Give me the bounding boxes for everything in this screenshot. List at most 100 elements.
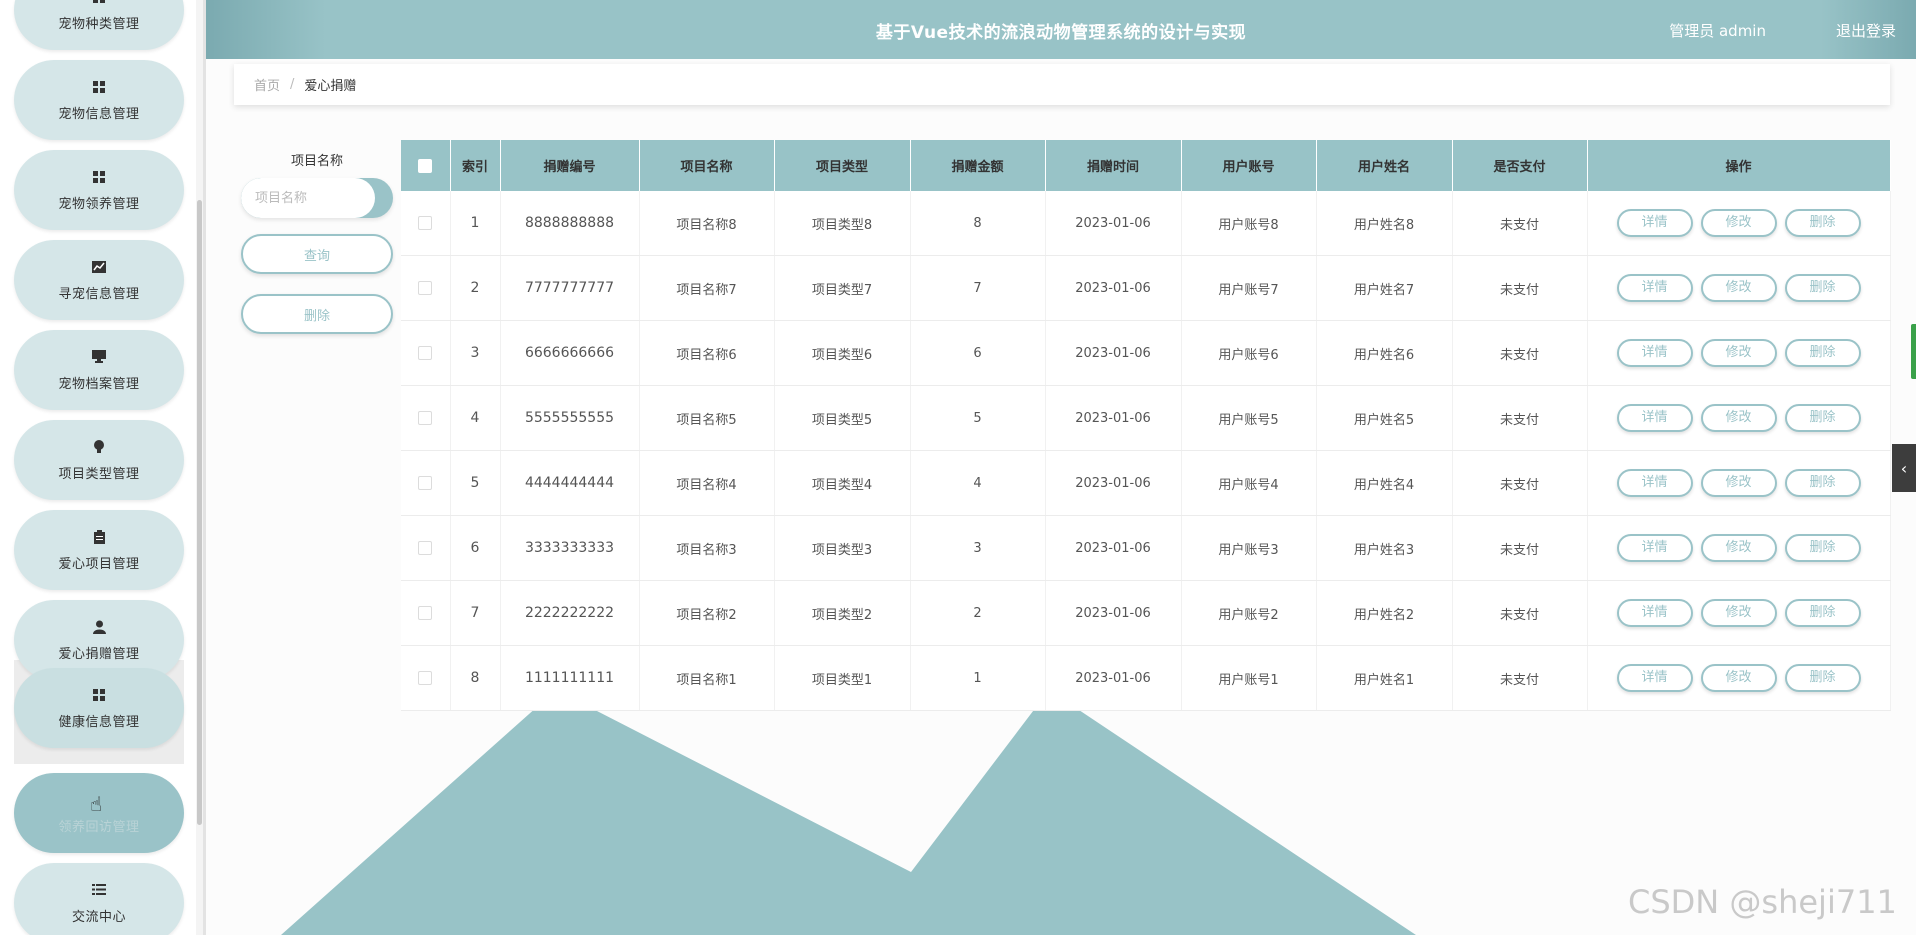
- delete-button[interactable]: 删除: [1784, 274, 1861, 302]
- project-name-cell: 项目名称4: [639, 450, 775, 516]
- detail-button[interactable]: 详情: [1616, 599, 1693, 627]
- row-checkbox[interactable]: [418, 606, 433, 620]
- actions-cell: 详情 修改 删除: [1587, 320, 1891, 386]
- column-header: 用户账号: [1181, 140, 1317, 191]
- search-input[interactable]: [241, 178, 375, 218]
- row-select-cell: [401, 320, 451, 386]
- actions-cell: 详情 修改 删除: [1587, 191, 1891, 256]
- sidebar-item-project-type[interactable]: 项目类型管理: [14, 420, 184, 500]
- delete-button[interactable]: 删除: [1784, 469, 1861, 497]
- delete-button[interactable]: 删除: [1784, 404, 1861, 432]
- actions-cell: 详情 修改 删除: [1587, 450, 1891, 516]
- payment-status-cell: 未支付: [1452, 645, 1588, 711]
- donation-time-cell: 2023-01-06: [1045, 385, 1182, 451]
- row-checkbox[interactable]: [418, 411, 433, 425]
- delete-button[interactable]: 删除: [1784, 209, 1861, 237]
- detail-button[interactable]: 详情: [1616, 404, 1693, 432]
- table-row: 1 8888888888 项目名称8 项目类型8 8 2023-01-06 用户账号8 用户姓…: [401, 191, 1891, 256]
- collapse-panel-button[interactable]: ‹: [1892, 444, 1916, 492]
- actions-cell: 详情 修改 删除: [1587, 645, 1891, 711]
- user-icon: [91, 619, 107, 635]
- edit-button[interactable]: 修改: [1700, 469, 1777, 497]
- edit-button[interactable]: 修改: [1700, 339, 1777, 367]
- batch-delete-button[interactable]: 删除: [241, 294, 393, 334]
- sidebar-item-health-info[interactable]: 健康信息管理: [14, 668, 184, 748]
- table-row: 2 7777777777 项目名称7 项目类型7 7 2023-01-06 用户账号7 用户姓…: [401, 255, 1891, 321]
- logout-link[interactable]: 退出登录: [1836, 20, 1896, 41]
- detail-button[interactable]: 详情: [1616, 274, 1693, 302]
- breadcrumb-current: 爱心捐赠: [304, 79, 357, 94]
- edit-button[interactable]: 修改: [1700, 404, 1777, 432]
- edit-button[interactable]: 修改: [1700, 534, 1777, 562]
- row-select-cell: [401, 580, 451, 646]
- chevron-left-icon: ‹: [1900, 458, 1908, 478]
- detail-button[interactable]: 详情: [1616, 339, 1693, 367]
- sidebar-item-pet-type[interactable]: 宠物种类管理: [14, 0, 184, 50]
- donation-time-cell: 2023-01-06: [1045, 191, 1182, 256]
- chart-icon: [91, 259, 107, 275]
- sidebar-item-pet-info[interactable]: 宠物信息管理: [14, 60, 184, 140]
- delete-button[interactable]: 删除: [1784, 339, 1861, 367]
- sidebar-item-label: 爱心项目管理: [58, 556, 140, 572]
- row-checkbox[interactable]: [418, 281, 433, 295]
- row-checkbox[interactable]: [418, 476, 433, 490]
- donation-table: 索引 捐赠编号 项目名称 项目类型 捐赠金额 捐赠时间 用户账号 用户姓名 是否…: [401, 140, 1891, 711]
- user-account-cell: 用户账号8: [1181, 191, 1317, 256]
- project-name-cell: 项目名称2: [639, 580, 775, 646]
- delete-button[interactable]: 删除: [1784, 664, 1861, 692]
- index-cell: 7: [450, 580, 501, 646]
- user-name-cell: 用户姓名5: [1316, 385, 1453, 451]
- project-type-cell: 项目类型1: [774, 645, 911, 711]
- row-checkbox[interactable]: [418, 346, 433, 360]
- sidebar-scrollbar-thumb[interactable]: [197, 200, 202, 825]
- edit-button[interactable]: 修改: [1700, 599, 1777, 627]
- detail-button[interactable]: 详情: [1616, 534, 1693, 562]
- project-name-cell: 项目名称6: [639, 320, 775, 386]
- row-checkbox[interactable]: [418, 671, 433, 685]
- column-header: 用户姓名: [1316, 140, 1453, 191]
- sidebar: 宠物种类管理宠物信息管理宠物领养管理 寻宠信息管理宠物档案管理 项目类型管理爱心项目…: [0, 0, 203, 935]
- sidebar-item-pet-adoption[interactable]: 宠物领养管理: [14, 150, 184, 230]
- donation-time-cell: 2023-01-06: [1045, 450, 1182, 516]
- grid-icon: [91, 79, 107, 95]
- actions-cell: 详情 修改 删除: [1587, 255, 1891, 321]
- table-body: 1 8888888888 项目名称8 项目类型8 8 2023-01-06 用户账号8 用户姓…: [401, 191, 1891, 711]
- clipboard-icon: [91, 529, 107, 545]
- edit-button[interactable]: 修改: [1700, 664, 1777, 692]
- sidebar-item-charity-project[interactable]: 爱心项目管理: [14, 510, 184, 590]
- table-row: 6 3333333333 项目名称3 项目类型3 3 2023-01-06 用户账号3 用户姓…: [401, 515, 1891, 581]
- detail-button[interactable]: 详情: [1616, 209, 1693, 237]
- project-type-cell: 项目类型5: [774, 385, 911, 451]
- sidebar-item-lost-pet[interactable]: 寻宠信息管理: [14, 240, 184, 320]
- row-checkbox[interactable]: [418, 216, 433, 230]
- actions-cell: 详情 修改 删除: [1587, 385, 1891, 451]
- index-cell: 6: [450, 515, 501, 581]
- sidebar-item-label: 宠物领养管理: [58, 196, 140, 212]
- delete-button[interactable]: 删除: [1784, 599, 1861, 627]
- payment-status-cell: 未支付: [1452, 515, 1588, 581]
- monitor-icon: [91, 349, 107, 365]
- user-account-cell: 用户账号2: [1181, 580, 1317, 646]
- index-cell: 8: [450, 645, 501, 711]
- sidebar-item-community[interactable]: 交流中心: [14, 863, 184, 935]
- amount-cell: 2: [910, 580, 1046, 646]
- search-box: [241, 178, 393, 218]
- edit-button[interactable]: 修改: [1700, 209, 1777, 237]
- select-all-checkbox[interactable]: [418, 158, 433, 173]
- row-checkbox[interactable]: [418, 541, 433, 555]
- query-button[interactable]: 查询: [241, 234, 393, 274]
- breadcrumb-home[interactable]: 首页: [254, 75, 280, 94]
- user-name-cell: 用户姓名3: [1316, 515, 1453, 581]
- payment-status-cell: 未支付: [1452, 255, 1588, 321]
- bulb-icon: [91, 439, 107, 455]
- detail-button[interactable]: 详情: [1616, 469, 1693, 497]
- column-header: 操作: [1587, 140, 1891, 191]
- sidebar-item-label: 寻宠信息管理: [58, 286, 140, 302]
- delete-button[interactable]: 删除: [1784, 534, 1861, 562]
- project-type-cell: 项目类型4: [774, 450, 911, 516]
- detail-button[interactable]: 详情: [1616, 664, 1693, 692]
- user-account-cell: 用户账号6: [1181, 320, 1317, 386]
- row-select-cell: [401, 645, 451, 711]
- sidebar-item-pet-archive[interactable]: 宠物档案管理: [14, 330, 184, 410]
- edit-button[interactable]: 修改: [1700, 274, 1777, 302]
